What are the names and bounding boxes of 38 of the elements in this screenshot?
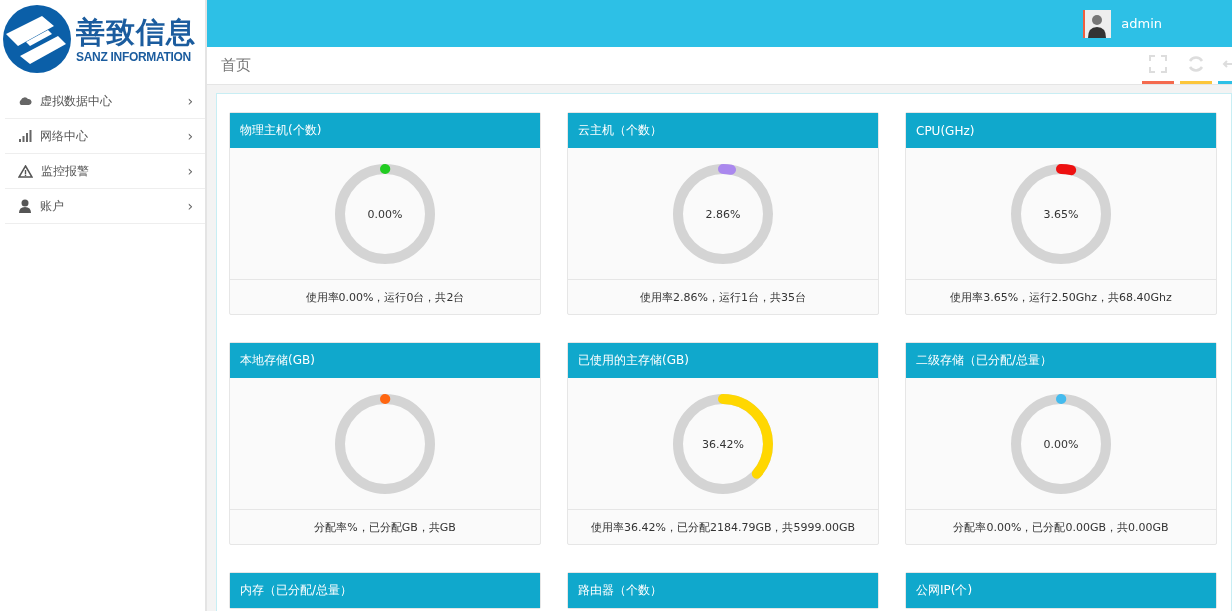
- card-title: 物理主机(个数): [240, 122, 322, 139]
- avatar-icon[interactable]: [1083, 9, 1112, 38]
- logo-title: 善致信息: [76, 14, 196, 50]
- card-title: 二级存储（已分配/总量）: [916, 352, 1053, 369]
- signal-icon: [18, 130, 32, 142]
- card-title: 内存（已分配/总量）: [240, 582, 353, 599]
- card-title: 公网IP(个): [916, 582, 973, 599]
- sidebar-item[interactable]: 虚拟数据中心 ›: [5, 84, 205, 119]
- gauge-value: 0.00%: [367, 207, 403, 220]
- gauge-value: 2.86%: [705, 207, 741, 220]
- card-title: 已使用的主存储(GB): [578, 352, 689, 369]
- card-footer: 使用率3.65%，运行2.50Ghz，共68.40Ghz: [906, 280, 1216, 314]
- card-footer: 使用率2.86%，运行1台，共35台: [568, 280, 878, 314]
- gauge-value: 36.42%: [702, 437, 744, 450]
- card-footer: 使用率0.00%，运行0台，共2台: [230, 280, 540, 314]
- card-footer: 分配率0.00%，已分配0.00GB，共0.00GB: [906, 510, 1216, 544]
- gauge-value: 3.65%: [1043, 207, 1079, 220]
- card-title: CPU(GHz): [916, 123, 975, 138]
- card-footer: 使用率36.42%，已分配2184.79GB，共5999.00GB: [568, 510, 878, 544]
- logo-subtitle: SANZ INFORMATION: [76, 50, 192, 64]
- chevron-icon: ›: [187, 163, 193, 179]
- sidebar-item[interactable]: 网络中心 ›: [5, 119, 205, 154]
- gauge-value: 0.00%: [1043, 437, 1079, 450]
- sidebar-item[interactable]: 监控报警 ›: [5, 154, 205, 189]
- expand-icon: [1149, 55, 1167, 73]
- card-footer: 分配率%，已分配GB，共GB: [230, 510, 540, 544]
- card-title: 路由器（个数）: [578, 582, 662, 599]
- warning-icon: [18, 164, 33, 178]
- breadcrumb-title: 首页: [221, 56, 251, 75]
- cloud-icon: [18, 96, 32, 106]
- card-title: 云主机（个数）: [578, 122, 662, 139]
- user-icon: [18, 199, 32, 213]
- sidebar-item[interactable]: 账户 ›: [5, 189, 205, 224]
- card-title: 本地存储(GB): [240, 352, 315, 369]
- refresh-icon: [1187, 55, 1205, 73]
- chevron-icon: ›: [187, 128, 193, 144]
- chevron-icon: ›: [187, 93, 193, 109]
- chevron-icon: ›: [187, 198, 193, 214]
